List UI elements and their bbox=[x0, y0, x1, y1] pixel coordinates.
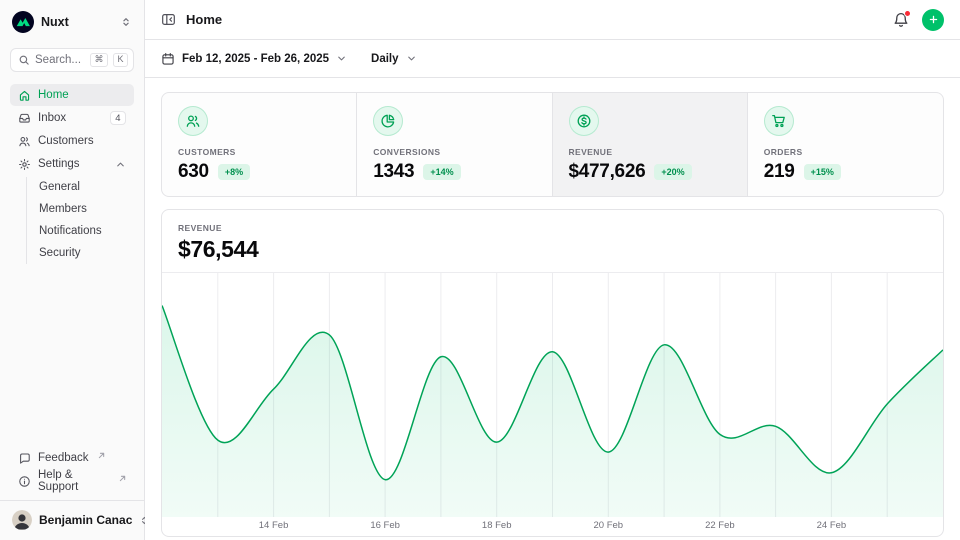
sidebar-item-help-support[interactable]: Help & Support bbox=[10, 470, 134, 492]
external-link-icon bbox=[119, 475, 126, 482]
x-axis-label: 20 Feb bbox=[593, 520, 623, 531]
workspace-selector[interactable]: Nuxt bbox=[10, 10, 134, 34]
sidebar-item-customers[interactable]: Customers bbox=[10, 130, 134, 152]
settings-subnav: General Members Notifications Security bbox=[26, 177, 134, 264]
plus-icon bbox=[927, 13, 940, 26]
sidebar-item-label: Settings bbox=[38, 158, 80, 170]
chevron-up-down-icon bbox=[120, 16, 132, 28]
stat-value: 219 bbox=[764, 161, 795, 183]
inbox-count-badge: 4 bbox=[110, 111, 126, 125]
sidebar-item-security[interactable]: Security bbox=[27, 243, 134, 264]
x-axis-label: 16 Feb bbox=[370, 520, 400, 531]
stat-value: $477,626 bbox=[569, 161, 646, 183]
users-icon bbox=[178, 106, 208, 136]
chart-x-axis: 14 Feb 16 Feb 18 Feb 20 Feb 22 Feb 24 Fe… bbox=[162, 517, 943, 536]
user-menu[interactable]: Benjamin Canac bbox=[10, 508, 134, 532]
chevron-up-icon bbox=[115, 159, 126, 170]
date-range-label: Feb 12, 2025 - Feb 26, 2025 bbox=[182, 53, 329, 65]
avatar bbox=[12, 510, 32, 530]
main-area: Home Feb 12, bbox=[145, 0, 960, 540]
sidebar-item-general[interactable]: General bbox=[27, 177, 134, 198]
kbd-meta: ⌘ bbox=[90, 53, 108, 67]
chart-canvas[interactable] bbox=[162, 273, 943, 517]
stat-delta-badge: +14% bbox=[423, 164, 460, 180]
sidebar-item-label: Customers bbox=[38, 135, 94, 147]
sidebar-item-settings[interactable]: Settings bbox=[10, 153, 134, 175]
chevron-down-icon bbox=[406, 53, 417, 64]
sidebar-item-label: Home bbox=[38, 89, 69, 101]
x-axis-label: 14 Feb bbox=[259, 520, 289, 531]
stat-label: CONVERSIONS bbox=[373, 147, 535, 157]
sidebar: Nuxt ⌘ K Home bbox=[0, 0, 145, 540]
notifications-button[interactable] bbox=[893, 12, 909, 28]
stat-label: ORDERS bbox=[764, 147, 927, 157]
sidebar-nav: Home Inbox 4 Customers bbox=[10, 84, 134, 265]
period-label: Daily bbox=[371, 53, 399, 65]
sidebar-item-label: Inbox bbox=[38, 112, 66, 124]
stat-label: REVENUE bbox=[569, 147, 731, 157]
nuxt-logo bbox=[12, 11, 34, 33]
page-header: Home bbox=[145, 0, 960, 40]
stat-delta-badge: +15% bbox=[804, 164, 841, 180]
x-axis-label: 24 Feb bbox=[817, 520, 847, 531]
toolbar: Feb 12, 2025 - Feb 26, 2025 Daily bbox=[145, 40, 960, 78]
stat-delta-badge: +20% bbox=[654, 164, 691, 180]
x-axis-label: 18 Feb bbox=[482, 520, 512, 531]
sidebar-item-label: Help & Support bbox=[38, 469, 110, 493]
user-name: Benjamin Canac bbox=[39, 513, 132, 527]
sidebar-item-home[interactable]: Home bbox=[10, 84, 134, 106]
workspace-name: Nuxt bbox=[41, 15, 69, 29]
sidebar-item-notifications[interactable]: Notifications bbox=[27, 221, 134, 242]
sidebar-item-label: Feedback bbox=[38, 452, 89, 464]
users-icon bbox=[18, 135, 31, 148]
stat-card-revenue[interactable]: REVENUE $477,626 +20% bbox=[553, 93, 748, 196]
dollar-circle-icon bbox=[569, 106, 599, 136]
info-circle-icon bbox=[18, 475, 31, 488]
date-range-picker[interactable]: Feb 12, 2025 - Feb 26, 2025 bbox=[161, 52, 347, 66]
gear-icon bbox=[18, 158, 31, 171]
inbox-icon bbox=[18, 112, 31, 125]
chart-header: REVENUE $76,544 bbox=[162, 210, 943, 273]
new-item-button[interactable] bbox=[922, 9, 944, 31]
external-link-icon bbox=[98, 452, 105, 459]
chart-metric-label: REVENUE bbox=[178, 223, 927, 233]
collapse-sidebar-button[interactable] bbox=[161, 12, 176, 27]
stat-card-conversions[interactable]: CONVERSIONS 1343 +14% bbox=[357, 93, 552, 196]
stat-value: 1343 bbox=[373, 161, 414, 183]
search-input[interactable] bbox=[35, 54, 85, 66]
kbd-k: K bbox=[113, 53, 128, 67]
revenue-chart-card: REVENUE $76,544 14 Feb 16 Feb 18 Feb bbox=[161, 209, 944, 537]
revenue-area-chart[interactable] bbox=[162, 273, 943, 517]
stat-delta-badge: +8% bbox=[218, 164, 250, 180]
page-title: Home bbox=[186, 12, 222, 27]
shopping-cart-icon bbox=[764, 106, 794, 136]
sidebar-item-members[interactable]: Members bbox=[27, 199, 134, 220]
search-icon bbox=[18, 54, 30, 66]
home-icon bbox=[18, 89, 31, 102]
stat-card-orders[interactable]: ORDERS 219 +15% bbox=[748, 93, 943, 196]
chart-metric-value: $76,544 bbox=[178, 236, 927, 263]
chart-pie-icon bbox=[373, 106, 403, 136]
chat-bubble-icon bbox=[18, 452, 31, 465]
notification-dot bbox=[904, 10, 911, 17]
calendar-icon bbox=[161, 52, 175, 66]
user-section: Benjamin Canac bbox=[0, 500, 144, 534]
stats-row: CUSTOMERS 630 +8% CONVERSIONS 1343 +14% bbox=[161, 92, 944, 197]
stat-value: 630 bbox=[178, 161, 209, 183]
period-select[interactable]: Daily bbox=[371, 53, 417, 65]
x-axis-label: 22 Feb bbox=[705, 520, 735, 531]
sidebar-footer: Feedback Help & Support bbox=[10, 447, 134, 534]
sidebar-item-inbox[interactable]: Inbox 4 bbox=[10, 107, 134, 129]
stat-card-customers[interactable]: CUSTOMERS 630 +8% bbox=[162, 93, 357, 196]
content: CUSTOMERS 630 +8% CONVERSIONS 1343 +14% bbox=[145, 78, 960, 540]
search-box[interactable]: ⌘ K bbox=[10, 48, 134, 72]
stat-label: CUSTOMERS bbox=[178, 147, 340, 157]
sidebar-item-feedback[interactable]: Feedback bbox=[10, 447, 134, 469]
chevron-down-icon bbox=[336, 53, 347, 64]
